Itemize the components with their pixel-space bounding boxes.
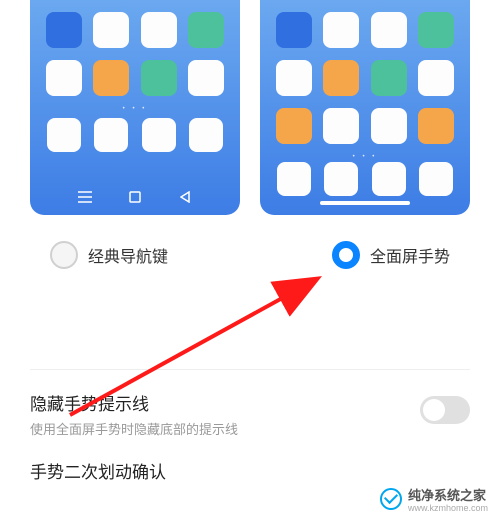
- radio-label: 经典导航键: [88, 243, 168, 267]
- app-icon: [93, 12, 129, 48]
- dock-icon: [372, 162, 406, 196]
- menu-icon: [78, 190, 92, 204]
- dock-icon: [142, 118, 176, 152]
- app-icon: [323, 12, 359, 48]
- classic-nav-bar: [30, 187, 240, 207]
- toggle-hide-gesture-hint[interactable]: [420, 396, 470, 424]
- home-icon: [128, 190, 142, 204]
- app-icon: [46, 12, 82, 48]
- app-icon: [371, 12, 407, 48]
- setting-title: 手势二次划动确认: [30, 458, 470, 483]
- nav-style-previews: • • •: [0, 0, 500, 215]
- setting-hide-gesture-hint: 隐藏手势提示线 使用全面屏手势时隐藏底部的提示线: [0, 370, 500, 438]
- nav-style-radio-group: 经典导航键 全面屏手势: [0, 215, 500, 269]
- app-icon: [93, 60, 129, 96]
- dock-icon: [47, 118, 81, 152]
- radio-icon: [332, 241, 360, 269]
- setting-desc: 使用全面屏手势时隐藏底部的提示线: [30, 419, 420, 438]
- watermark: 纯净系统之家 www.kzmhome.com: [380, 485, 488, 513]
- setting-title: 隐藏手势提示线: [30, 390, 420, 415]
- app-icon: [276, 60, 312, 96]
- setting-double-swipe-confirm[interactable]: 手势二次划动确认: [0, 438, 500, 487]
- app-icon: [323, 60, 359, 96]
- app-icon: [418, 60, 454, 96]
- toggle-knob: [423, 399, 445, 421]
- app-icon: [276, 12, 312, 48]
- preview-gesture-nav[interactable]: • • •: [260, 0, 470, 215]
- gesture-hint-bar: [320, 201, 410, 205]
- dock-icon: [94, 118, 128, 152]
- app-icon: [371, 60, 407, 96]
- app-icon: [418, 108, 454, 144]
- dock-icon: [189, 118, 223, 152]
- watermark-url: www.kzmhome.com: [408, 504, 488, 513]
- back-icon: [178, 190, 192, 204]
- app-icon: [141, 60, 177, 96]
- app-icon: [418, 12, 454, 48]
- page-dots: • • •: [260, 154, 470, 160]
- app-icon: [141, 12, 177, 48]
- radio-gesture-nav[interactable]: 全面屏手势: [332, 241, 450, 269]
- app-icon: [188, 60, 224, 96]
- dock-icon: [277, 162, 311, 196]
- app-icon: [188, 12, 224, 48]
- watermark-icon: [380, 488, 402, 510]
- watermark-name: 纯净系统之家: [408, 485, 488, 504]
- radio-label: 全面屏手势: [370, 243, 450, 267]
- app-icon: [46, 60, 82, 96]
- preview-classic-nav[interactable]: • • •: [30, 0, 240, 215]
- dock-icon: [419, 162, 453, 196]
- page-dots: • • •: [30, 106, 240, 112]
- app-icon: [276, 108, 312, 144]
- radio-classic-nav[interactable]: 经典导航键: [50, 241, 168, 269]
- dock-icon: [324, 162, 358, 196]
- radio-icon: [50, 241, 78, 269]
- app-icon: [371, 108, 407, 144]
- app-icon: [323, 108, 359, 144]
